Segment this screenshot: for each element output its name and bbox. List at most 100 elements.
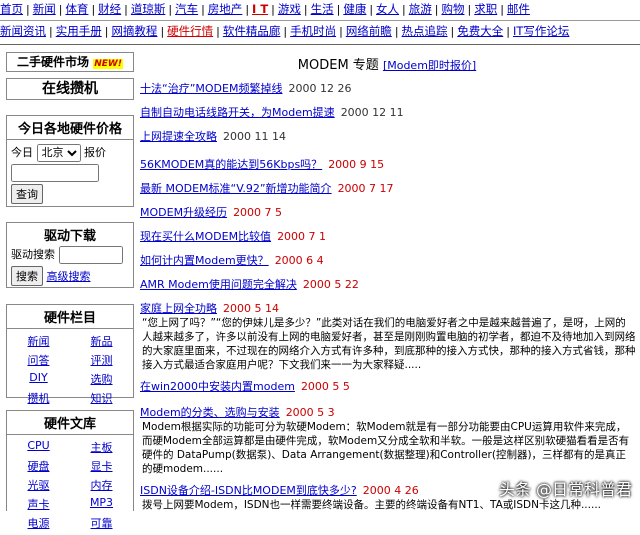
grid-link[interactable]: 知识 — [70, 390, 133, 406]
article-item: 最新 MODEM标准“V.92”新增功能简介 2000 7 17 — [140, 180, 636, 196]
nav-separator: | — [49, 25, 53, 38]
grid-link[interactable]: 评测 — [70, 352, 133, 368]
nav1-item[interactable]: 求职 — [474, 2, 497, 16]
grid-link[interactable]: 电源 — [7, 515, 70, 531]
grid-link[interactable]: 攒机 — [7, 390, 70, 406]
nav2-item[interactable]: 实用手册 — [56, 24, 102, 38]
price-title: 今日各地硬件价格 — [7, 116, 133, 140]
article-link[interactable]: ISDN设备介绍-ISDN比MODEM到底快多少? — [140, 484, 357, 497]
nav-separator: | — [26, 3, 30, 16]
nav1-item[interactable]: 购物 — [441, 2, 464, 16]
nav-separator: | — [336, 3, 341, 16]
nav2-item[interactable]: 免费大全 — [457, 24, 503, 38]
nav2-item[interactable]: 软件精品廊 — [223, 24, 281, 38]
article-item: 自制自动电话线路开关，为Modem提速 2000 12 11 — [140, 104, 636, 120]
price-input[interactable] — [11, 164, 99, 182]
top-nav: 首页 | 新闻 | 体育 | 财经 | 道琼斯 | 汽车 | 房地产 | I T | 游戏 | 生活 | 健康 | 女人 | 旅… — [0, 0, 640, 21]
grid-link[interactable]: 问答 — [7, 352, 70, 368]
nav1-item[interactable]: 房地产 — [208, 2, 243, 16]
nav1-item[interactable]: 游戏 — [278, 2, 301, 16]
nav1-item[interactable]: 健康 — [343, 2, 366, 16]
driver-search-input[interactable] — [58, 246, 123, 264]
nav-separator: | — [402, 3, 406, 16]
new-badge: NEW! — [93, 59, 123, 69]
nav2-item[interactable]: 热点追踪 — [402, 24, 448, 38]
nav1-item[interactable]: 体育 — [65, 2, 88, 16]
nav-separator: | — [104, 25, 109, 38]
nav2-item[interactable]: 新闻资讯 — [0, 24, 46, 38]
article-item: 如何计内置Modem更快？ 2000 6 4 — [140, 252, 636, 268]
article-item: 十法“治疗”MODEM频繁掉线 2000 12 26 — [140, 80, 636, 96]
nav2-item[interactable]: 网摘教程 — [111, 24, 157, 38]
nav2-item[interactable]: IT写作论坛 — [513, 24, 569, 38]
nav-separator: | — [394, 25, 399, 38]
grid-link[interactable]: 主板 — [70, 439, 133, 455]
article-date: 2000 6 4 — [274, 254, 324, 267]
nav-separator: | — [271, 3, 275, 16]
nav1-item[interactable]: 女人 — [376, 2, 399, 16]
article-link[interactable]: Modem的分类、选购与安装 — [140, 406, 280, 419]
nav1-item[interactable]: I T — [252, 2, 268, 16]
used-market-label[interactable]: 二手硬件市场 — [17, 55, 89, 69]
grid-link[interactable]: CPU — [7, 439, 70, 455]
nav1-item[interactable]: 旅游 — [409, 2, 432, 16]
nav2-item[interactable]: 硬件行情 — [167, 24, 213, 38]
article-date: 2000 7 17 — [337, 182, 394, 195]
grid-link[interactable]: 可靠 — [70, 515, 133, 531]
divider — [0, 44, 640, 45]
nav1-item[interactable]: 邮件 — [507, 2, 530, 16]
library-grid: CPU 主板 硬盘 显卡 光驱 内存 声卡 MP3 电源 可靠 — [7, 435, 133, 535]
article-summary: Modem根据实际的功能可分为软硬Modem：软Modem就是有一部分功能要由C… — [142, 421, 630, 475]
query-button[interactable]: 查询 — [11, 184, 43, 204]
article-date: 2000 7 1 — [277, 230, 327, 243]
article-date: 2000 9 15 — [328, 158, 385, 171]
nav1-item[interactable]: 新闻 — [33, 2, 56, 16]
nav2-item[interactable]: 网络前瞻 — [346, 24, 392, 38]
nav-separator: | — [245, 3, 250, 16]
grid-link[interactable]: 新闻 — [7, 333, 70, 349]
article-link[interactable]: 现在买什么MODEM比较值 — [140, 230, 271, 243]
grid-link[interactable]: 选购 — [70, 371, 133, 387]
nav1-item[interactable]: 财经 — [98, 2, 121, 16]
grid-link[interactable]: 硬盘 — [7, 458, 70, 474]
used-hardware-market-box[interactable]: 二手硬件市场 NEW! — [6, 52, 134, 72]
main-content: MODEM 专题 [Modem即时报价] 十法“治疗”MODEM频繁掉线 2000… — [138, 48, 636, 510]
driver-search-button[interactable]: 搜索 — [11, 266, 43, 286]
watermark: 头条 @日常科普君 — [498, 480, 632, 499]
grid-link[interactable]: 光驱 — [7, 477, 70, 493]
article-date: 2000 11 14 — [223, 130, 286, 143]
nav-separator: | — [201, 3, 205, 16]
driver-search-label: 驱动搜索 — [11, 248, 55, 261]
online-build-label[interactable]: 在线攒机 — [7, 79, 133, 99]
article-item: 上网提速全攻略 2000 11 14 — [140, 128, 636, 144]
grid-link[interactable]: DIY — [7, 371, 70, 387]
article-link[interactable]: 家庭上网全功略 — [140, 302, 217, 315]
nav1-item[interactable]: 首页 — [0, 2, 23, 16]
article-link[interactable]: 上网提速全攻略 — [140, 130, 217, 143]
article-link[interactable]: 自制自动电话线路开关，为Modem提速 — [140, 106, 335, 119]
grid-link[interactable]: 内存 — [70, 477, 133, 493]
nav-separator: | — [303, 3, 308, 16]
article-link[interactable]: 在win2000中安装内置modem — [140, 380, 295, 393]
grid-link[interactable]: 显卡 — [70, 458, 133, 474]
article-link[interactable]: 最新 MODEM标准“V.92”新增功能简介 — [140, 182, 332, 195]
nav1-item[interactable]: 道琼斯 — [131, 2, 166, 16]
article-date: 2000 5 5 — [300, 380, 350, 393]
article-link[interactable]: AMR Modem使用问题完全解决 — [140, 278, 297, 291]
article-link[interactable]: 十法“治疗”MODEM频繁掉线 — [140, 82, 282, 95]
advanced-search-link[interactable]: 高级搜索 — [47, 270, 91, 283]
topic-title: MODEM 专题 — [297, 58, 379, 73]
article-link[interactable]: 56KMODEM真的能达到56Kbps吗？ — [140, 158, 322, 171]
nav1-item[interactable]: 生活 — [311, 2, 334, 16]
nav-separator: | — [467, 3, 472, 16]
grid-link[interactable]: 新品 — [70, 333, 133, 349]
modem-price-link[interactable]: [Modem即时报价] — [383, 59, 476, 72]
article-link[interactable]: 如何计内置Modem更快？ — [140, 254, 269, 267]
nav-separator: | — [124, 3, 128, 16]
article-item: 家庭上网全功略 2000 5 14 “您上网了吗？”“您的伊妹儿是多少？”此类对话在… — [140, 300, 636, 372]
online-build-box[interactable]: 在线攒机 — [6, 78, 134, 100]
city-select[interactable]: 北京 — [36, 144, 81, 162]
article-link[interactable]: MODEM升级经历 — [140, 206, 227, 219]
nav2-item[interactable]: 手机时尚 — [290, 24, 336, 38]
nav1-item[interactable]: 汽车 — [175, 2, 198, 16]
